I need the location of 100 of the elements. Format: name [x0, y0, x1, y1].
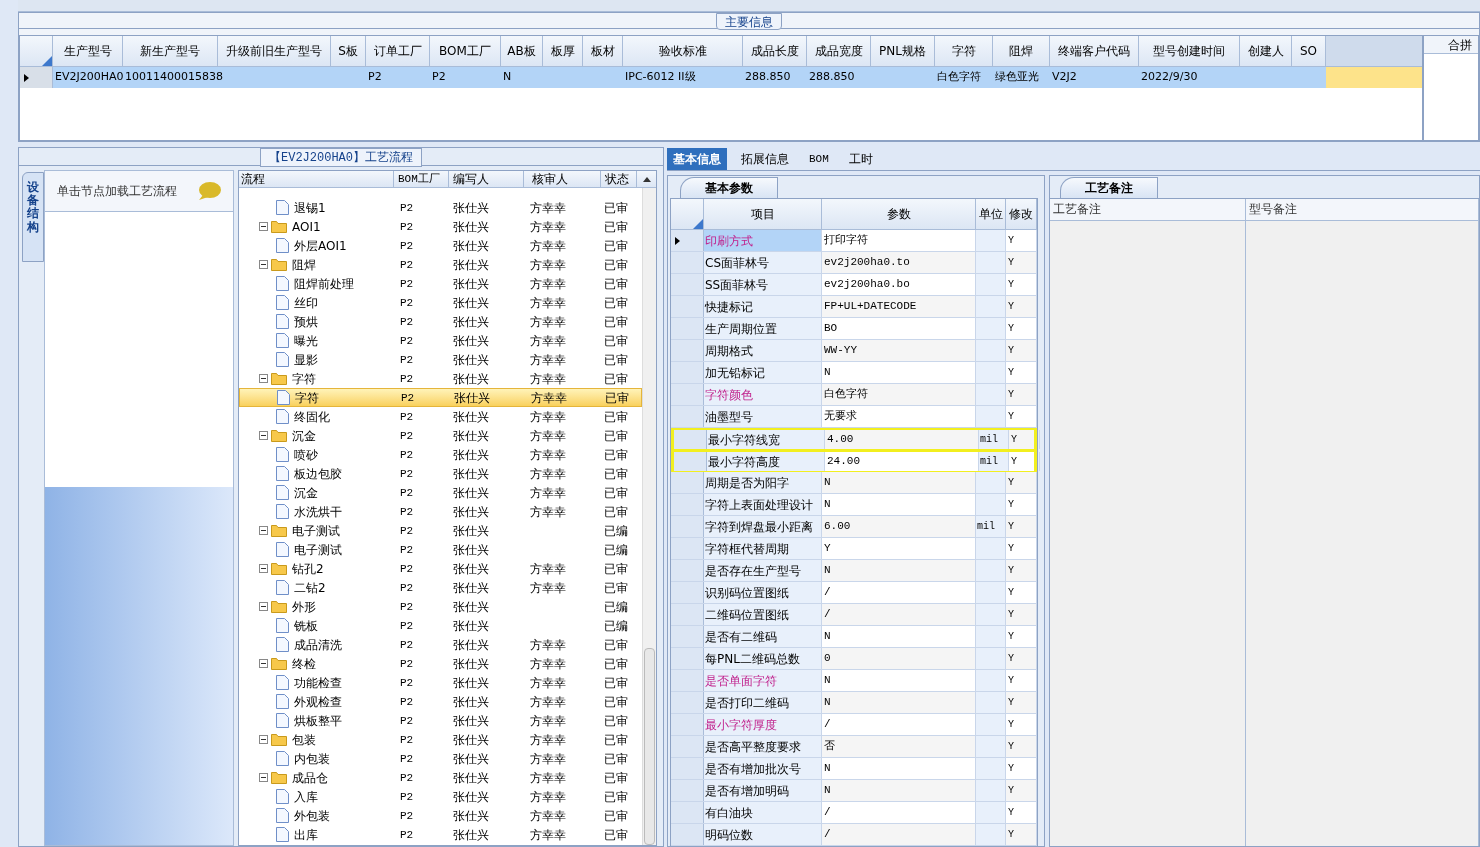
tree-row[interactable]: 钻孔2 P2 张仕兴 方幸幸 已审 — [239, 559, 642, 578]
column-header[interactable]: 成品宽度 — [807, 36, 871, 66]
tree-row[interactable]: 水洗烘干 P2 张仕兴 方幸幸 已审 — [239, 502, 642, 521]
param-row[interactable]: 字符上表面处理设计 N Y — [671, 494, 1037, 516]
param-row[interactable]: 最小字符线宽 4.00 mil Y — [671, 428, 1037, 450]
tree-row[interactable]: 终检 P2 张仕兴 方幸幸 已审 — [239, 654, 642, 673]
param-row[interactable]: 加无铅标记 N Y — [671, 362, 1037, 384]
tab[interactable]: BOM — [803, 148, 835, 170]
column-header[interactable]: 参数 — [822, 199, 976, 229]
param-row[interactable]: 快捷标记 FP+UL+DATECODE Y — [671, 296, 1037, 318]
column-header[interactable]: 单位 — [976, 199, 1006, 229]
column-header[interactable]: 订单工厂 — [366, 36, 430, 66]
column-header[interactable]: 修改 — [1006, 199, 1037, 229]
sub-tab[interactable]: 基本参数 — [680, 177, 778, 198]
column-header[interactable]: 阻焊 — [993, 36, 1050, 66]
tree-row[interactable]: 烘板整平 P2 张仕兴 方幸幸 已审 — [239, 711, 642, 730]
tree-row[interactable]: 阻焊 P2 张仕兴 方幸幸 已审 — [239, 255, 642, 274]
tree-row[interactable]: 出库 P2 张仕兴 方幸幸 已审 — [239, 825, 642, 844]
column-header[interactable]: 验收标准 — [623, 36, 743, 66]
tree-row[interactable]: 沉金 P2 张仕兴 方幸幸 已审 — [239, 426, 642, 445]
tab[interactable]: 基本信息 — [667, 148, 727, 170]
param-row[interactable]: 有白油块 / Y — [671, 802, 1037, 824]
collapse-icon[interactable] — [259, 773, 268, 782]
collapse-icon[interactable] — [259, 431, 268, 440]
param-row[interactable]: 二维码位置图纸 / Y — [671, 604, 1037, 626]
column-header[interactable]: BOM工厂 — [394, 171, 449, 187]
tree-row[interactable]: 字符 P2 张仕兴 方幸幸 已审 — [239, 369, 642, 388]
column-header[interactable]: 状态 — [601, 171, 637, 187]
column-header[interactable]: 项目 — [704, 199, 822, 229]
scrollbar-thumb[interactable] — [644, 648, 655, 845]
param-row[interactable]: 印刷方式 打印字符 Y — [671, 230, 1037, 252]
column-header[interactable]: 生产型号 — [53, 36, 123, 66]
tab[interactable]: 拓展信息 — [735, 148, 795, 170]
param-row[interactable]: 周期是否为阳字 N Y — [671, 472, 1037, 494]
tree-row[interactable]: 外形 P2 张仕兴 已编 — [239, 597, 642, 616]
param-row[interactable]: 字符到焊盘最小距离 6.00 mil Y — [671, 516, 1037, 538]
param-row[interactable]: 每PNL二维码总数 0 Y — [671, 648, 1037, 670]
column-header[interactable]: 新生产型号 — [123, 36, 218, 66]
column-header[interactable]: 型号创建时间 — [1139, 36, 1240, 66]
column-header[interactable]: 终端客户代码 — [1050, 36, 1139, 66]
tree-row[interactable]: 外层AOI1 P2 张仕兴 方幸幸 已审 — [239, 236, 642, 255]
tab[interactable]: 工时 — [842, 148, 879, 170]
tree-row[interactable]: 电子测试 P2 张仕兴 已编 — [239, 521, 642, 540]
tree-row[interactable]: 丝印 P2 张仕兴 方幸幸 已审 — [239, 293, 642, 312]
column-header[interactable]: 创建人 — [1240, 36, 1292, 66]
collapse-icon[interactable] — [259, 659, 268, 668]
tree-row[interactable]: 功能检查 P2 张仕兴 方幸幸 已审 — [239, 673, 642, 692]
column-header[interactable]: 工艺备注 — [1050, 199, 1245, 221]
column-header[interactable]: 流程 — [239, 171, 394, 187]
tree-row[interactable]: 预烘 P2 张仕兴 方幸幸 已审 — [239, 312, 642, 331]
column-header[interactable]: 字符 — [935, 36, 993, 66]
scroll-up-icon[interactable] — [642, 176, 651, 182]
tree-row[interactable]: 沉金 P2 张仕兴 方幸幸 已审 — [239, 483, 642, 502]
collapse-icon[interactable] — [259, 526, 268, 535]
collapse-icon[interactable] — [259, 222, 268, 231]
column-header[interactable]: 升级前旧生产型号 — [218, 36, 331, 66]
param-row[interactable]: 是否打印二维码 N Y — [671, 692, 1037, 714]
column-header[interactable]: BOM工厂 — [430, 36, 501, 66]
tree-row[interactable]: 板边包胶 P2 张仕兴 方幸幸 已审 — [239, 464, 642, 483]
collapse-icon[interactable] — [259, 374, 268, 383]
column-header[interactable]: 成品长度 — [743, 36, 807, 66]
param-row[interactable]: 字符框代替周期 Y Y — [671, 538, 1037, 560]
tree-row[interactable]: 成品仓 P2 张仕兴 方幸幸 已审 — [239, 768, 642, 787]
tree-row[interactable]: 成品清洗 P2 张仕兴 方幸幸 已审 — [239, 635, 642, 654]
column-header[interactable]: S板 — [331, 36, 366, 66]
tree-row[interactable]: 二钻2 P2 张仕兴 方幸幸 已审 — [239, 578, 642, 597]
param-row[interactable]: 字符颜色 白色字符 Y — [671, 384, 1037, 406]
tree-row[interactable]: 阻焊前处理 P2 张仕兴 方幸幸 已审 — [239, 274, 642, 293]
tree-row[interactable]: AOI1 P2 张仕兴 方幸幸 已审 — [239, 217, 642, 236]
param-row[interactable]: 是否高平整度要求 否 Y — [671, 736, 1037, 758]
column-header[interactable]: 板厚 — [543, 36, 583, 66]
tree-row[interactable]: 退锡1 P2 张仕兴 方幸幸 已审 — [239, 198, 642, 217]
collapse-icon[interactable] — [259, 260, 268, 269]
tree-row[interactable]: 终固化 P2 张仕兴 方幸幸 已审 — [239, 407, 642, 426]
param-row[interactable]: SS面菲林号 ev2j200ha0.bo Y — [671, 274, 1037, 296]
collapse-icon[interactable] — [259, 602, 268, 611]
sub-tab[interactable]: 工艺备注 — [1060, 177, 1158, 198]
tree-row[interactable]: 曝光 P2 张仕兴 方幸幸 已审 — [239, 331, 642, 350]
param-row[interactable]: 是否单面字符 N Y — [671, 670, 1037, 692]
param-row[interactable]: 生产周期位置 BO Y — [671, 318, 1037, 340]
tree-row[interactable]: 入库 P2 张仕兴 方幸幸 已审 — [239, 787, 642, 806]
tree-row[interactable]: 外观检查 P2 张仕兴 方幸幸 已审 — [239, 692, 642, 711]
tree-row[interactable]: 电子测试 P2 张仕兴 已编 — [239, 540, 642, 559]
param-row[interactable]: 是否有增加明码 N Y — [671, 780, 1037, 802]
tree-row[interactable]: 铣板 P2 张仕兴 已编 — [239, 616, 642, 635]
column-header[interactable]: 型号备注 — [1246, 199, 1478, 221]
collapse-icon[interactable] — [259, 564, 268, 573]
param-row[interactable]: 最小字符高度 24.00 mil Y — [671, 450, 1037, 472]
column-header[interactable]: 核审人 — [524, 171, 601, 187]
tree-row[interactable]: 显影 P2 张仕兴 方幸幸 已审 — [239, 350, 642, 369]
tree-row[interactable]: 喷砂 P2 张仕兴 方幸幸 已审 — [239, 445, 642, 464]
param-row[interactable]: 识别码位置图纸 / Y — [671, 582, 1037, 604]
param-row[interactable]: 油墨型号 无要求 Y — [671, 406, 1037, 428]
param-row[interactable]: 是否有增加批次号 N Y — [671, 758, 1037, 780]
column-header[interactable]: 板材 — [583, 36, 623, 66]
column-header[interactable]: AB板 — [501, 36, 543, 66]
column-header[interactable]: 编写人 — [449, 171, 524, 187]
tree-row[interactable]: 外包装 P2 张仕兴 方幸幸 已审 — [239, 806, 642, 825]
side-tab[interactable]: 设备结构 — [22, 172, 44, 262]
param-row[interactable]: CS面菲林号 ev2j200ha0.to Y — [671, 252, 1037, 274]
